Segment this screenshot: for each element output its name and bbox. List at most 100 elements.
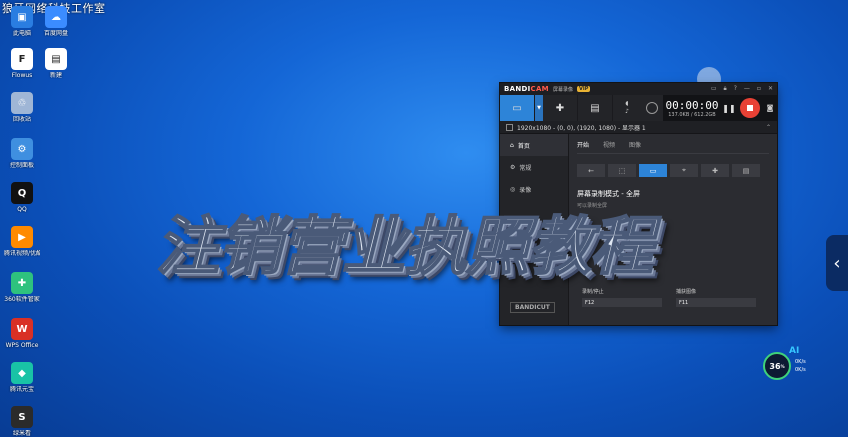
vip-badge[interactable]: VIP [576,86,591,92]
device-mode-tab[interactable]: ▤ [732,164,760,177]
chevron-left-icon: ‹ [833,252,841,274]
gear-icon: ⚙ [510,163,516,171]
app-logo: BANDICAM [504,85,549,93]
desktop-icon[interactable]: ▶ 腾讯视频/优酷/爱奇艺 [4,226,40,257]
hotkey-capture-field[interactable]: F11 [676,298,756,307]
webcam-icon [646,102,658,114]
desktop-icon-label: 回收站 [12,116,31,123]
desktop-icon[interactable]: ▤ 新建 [38,48,74,79]
app-icon: ♲ [11,92,33,114]
desktop-icon[interactable]: ♲ 回收站 [4,92,40,123]
region-info: 1920x1080 - (0, 0), (1920, 1080) - 显示器 1 [517,124,646,132]
overlay-title: 注销营业执照教程 [155,208,654,284]
desktop-icon-label: QQ [17,206,27,213]
sidebar-item-home[interactable]: ⌂ 首页 [500,134,568,156]
bandicut-logo[interactable]: BANDICUT [510,302,555,313]
tab-start[interactable]: 开始 [577,140,589,149]
desktop-icon-label: 腾讯元宝 [9,386,34,393]
app-icon: W [11,318,33,340]
desktop-icon[interactable]: F Flowus [4,48,40,79]
screenshot-button[interactable]: ◙ [763,95,777,121]
app-icon: ▤ [45,48,67,70]
gamepad-icon: ✚ [555,102,565,114]
fullscreen-mode-button[interactable]: ▭ [639,164,667,177]
app-icon: ▶ [11,226,33,248]
app-icon: ✚ [11,272,33,294]
desktop-icon-label: 腾讯视频/优酷/爱奇艺 [4,250,40,257]
folder-icon[interactable]: ▭ [711,85,717,93]
monitor-icon: ▭ [512,102,522,114]
game-mode-tab[interactable]: ✚ [701,164,729,177]
record-button[interactable] [737,95,763,121]
desktop-icon[interactable]: ✚ 360软件管家 [4,272,40,303]
maximize-icon[interactable]: ▫ [757,85,761,93]
rectangle-mode-button[interactable]: ⬚ [608,164,636,177]
pause-icon: ❚❚ [722,103,736,113]
region-bar[interactable]: 1920x1080 - (0, 0), (1920, 1080) - 显示器 1… [500,121,777,134]
hotkey-label-record: 录制/停止 [582,289,604,295]
desktop-icon[interactable]: Q QQ [4,182,40,213]
desktop-icon-label: 百度网盘 [43,30,68,37]
speaker-icon: ◖ [625,100,629,107]
app-icon: Q [11,182,33,204]
desktop-icon[interactable]: ⚙ 控制面板 [4,138,40,169]
game-mode-button[interactable]: ✚ [543,95,578,121]
desktop-icon-label: 360软件管家 [4,296,40,303]
side-expand-tab[interactable]: ‹ [826,235,848,291]
region-checkbox[interactable] [506,123,513,131]
sidebar-item-general[interactable]: ⚙ 常规 [500,156,568,178]
mode-dropdown-arrow[interactable]: ▼ [535,95,543,121]
webcam-button[interactable] [641,95,663,121]
title-bar[interactable]: BANDICAM 屏幕录像 VIP ▭ 🔒︎ ? — ▫ ✕ [500,83,777,95]
desktop-icon-label: 新建 [49,72,62,79]
hotkey-record-field[interactable]: F12 [582,298,662,307]
record-icon [740,98,760,118]
upload-speed: 0K/s [795,359,806,365]
ai-badge: AI [789,346,800,356]
hdmi-icon: ▤ [590,102,600,114]
screen-mode-button[interactable]: ▭ [500,95,535,121]
tab-video[interactable]: 视频 [603,140,615,149]
device-mode-button[interactable]: ▤ [578,95,613,121]
hotkeys: 录制/停止 F12 捕获图像 F11 [582,288,756,307]
close-icon[interactable]: ✕ [768,85,773,93]
video-icon: ◎ [510,185,516,193]
edition-label: 屏幕录像 [552,86,573,93]
desktop-icon[interactable]: S 绿米看 [4,406,40,437]
desktop-icon[interactable]: ◆ 腾讯元宝 [4,362,40,393]
app-icon: F [11,48,33,70]
audio-toggle[interactable]: ◖ ♪ [613,95,641,121]
app-icon: ⚙ [11,138,33,160]
lock-icon[interactable]: 🔒︎ [724,85,727,93]
desktop-icon-label: Flowus [11,72,33,79]
timer-panel: 00:00:00 137.0KB / 612.2GB [663,95,721,121]
back-button[interactable]: ← [577,164,605,177]
app-icon: ◆ [11,362,33,384]
usage-gauge: 36% [763,352,791,380]
cursor-mode-button[interactable]: ⌖ [670,164,698,177]
camera-icon: ◙ [766,104,774,112]
desktop-icon[interactable]: W WPS Office [4,318,40,349]
desktop-icon-label: 控制面板 [9,162,34,169]
mic-icon: ♪ [625,108,629,115]
file-size: 137.0KB / 612.2GB [668,111,716,118]
desktop-icon[interactable]: ☁ 百度网盘 [38,6,74,37]
collapse-icon[interactable]: ⌃ [766,124,771,131]
hotkey-label-capture: 捕获图像 [676,289,697,295]
minimize-icon[interactable]: — [744,85,750,93]
app-icon: ▣ [11,6,33,28]
toolbar: ▭ ▼ ✚ ▤ ◖ ♪ 00:00:00 137.0KB / 612.2GB ❚… [500,95,777,121]
network-speed-widget[interactable]: 36% 0K/s 0K/s AI [763,346,819,380]
pause-button[interactable]: ❚❚ [721,95,737,121]
timer: 00:00:00 [665,98,719,112]
tab-image[interactable]: 图像 [629,140,641,149]
desktop-icon-label: 绿米看 [12,430,31,437]
desktop-icon[interactable]: ▣ 此电脑 [4,6,40,37]
help-icon[interactable]: ? [734,85,737,93]
download-speed: 0K/s [795,367,806,373]
home-icon: ⌂ [510,141,514,149]
desktop-icon-label: WPS Office [5,342,39,349]
desktop-icon-label: 此电脑 [12,30,31,37]
app-icon: S [11,406,33,428]
app-icon: ☁ [45,6,67,28]
